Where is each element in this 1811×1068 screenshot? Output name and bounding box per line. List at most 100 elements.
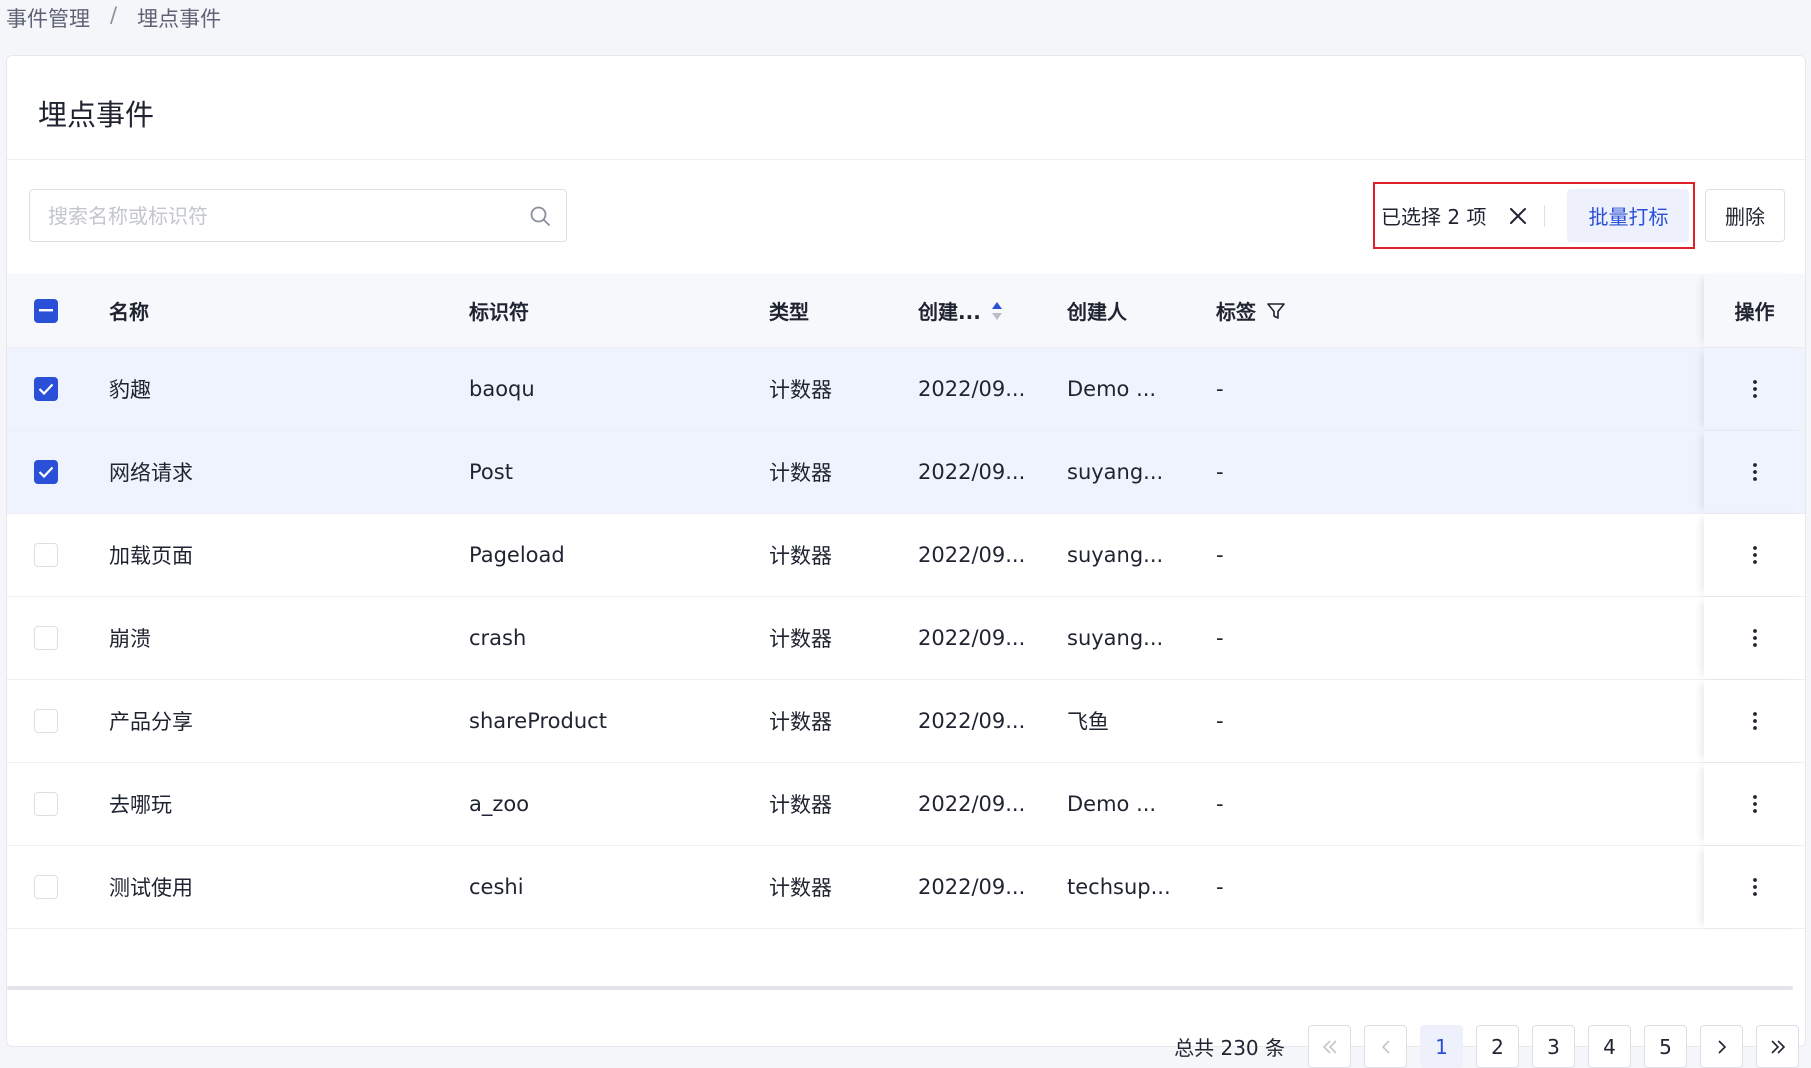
row-checkbox[interactable]: [34, 626, 58, 650]
breadcrumb: 事件管理 / 埋点事件: [6, 3, 221, 33]
cell-creator: techsup...: [1067, 875, 1171, 899]
column-header-type: 类型: [769, 300, 809, 324]
cell-identifier: Post: [469, 460, 513, 484]
cell-created-time: 2022/09...: [918, 875, 1026, 899]
cell-type: 计数器: [769, 793, 832, 817]
more-vertical-icon[interactable]: [1752, 794, 1758, 814]
column-header-created-time[interactable]: 创建...: [918, 274, 1003, 347]
cell-created-time: 2022/09...: [918, 377, 1026, 401]
cell-name: 测试使用: [109, 876, 193, 900]
page-list: 12345: [1420, 1025, 1687, 1068]
toolbar-divider: [1544, 204, 1546, 227]
cell-identifier: baoqu: [469, 377, 535, 401]
more-vertical-icon[interactable]: [1752, 462, 1758, 482]
cell-tags: -: [1216, 875, 1224, 899]
cell-identifier: ceshi: [469, 875, 524, 899]
row-checkbox[interactable]: [34, 792, 58, 816]
selection-count: 已选择 2 项: [1381, 205, 1487, 229]
cell-type: 计数器: [769, 544, 832, 568]
table-row[interactable]: 去哪玩 a_zoo 计数器 2022/09... Demo ... -: [7, 763, 1805, 846]
cell-name: 网络请求: [109, 461, 193, 485]
double-chevron-right-icon[interactable]: [1756, 1025, 1799, 1068]
table-row[interactable]: 测试使用 ceshi 计数器 2022/09... techsup... -: [7, 846, 1805, 929]
page-button[interactable]: 3: [1532, 1025, 1575, 1068]
cell-creator: Demo ...: [1067, 377, 1157, 401]
cell-type: 计数器: [769, 378, 832, 402]
cell-type: 计数器: [769, 627, 832, 651]
cell-tags: -: [1216, 709, 1224, 733]
more-vertical-icon[interactable]: [1752, 711, 1758, 731]
batch-tag-button[interactable]: 批量打标: [1567, 189, 1690, 242]
cell-tags: -: [1216, 626, 1224, 650]
cell-created-time: 2022/09...: [918, 626, 1026, 650]
search-input[interactable]: [30, 190, 514, 241]
sort-icon[interactable]: [991, 300, 1003, 322]
cell-name: 产品分享: [109, 710, 193, 734]
cell-created-time: 2022/09...: [918, 792, 1026, 816]
more-vertical-icon[interactable]: [1752, 877, 1758, 897]
cell-created-time: 2022/09...: [918, 709, 1026, 733]
pagination-total: 总共 230 条: [1174, 1036, 1285, 1060]
cell-type: 计数器: [769, 461, 832, 485]
row-checkbox[interactable]: [34, 875, 58, 899]
breadcrumb-separator: /: [110, 3, 118, 27]
row-checkbox[interactable]: [34, 377, 58, 401]
more-vertical-icon[interactable]: [1752, 628, 1758, 648]
breadcrumb-parent[interactable]: 事件管理: [6, 3, 90, 33]
table-row[interactable]: 豹趣 baoqu 计数器 2022/09... Demo ... -: [7, 348, 1805, 431]
title-divider: [7, 159, 1805, 160]
column-header-creator: 创建人: [1067, 300, 1127, 324]
search-box: [29, 189, 567, 242]
table-row[interactable]: 崩溃 crash 计数器 2022/09... suyang... -: [7, 597, 1805, 680]
search-icon[interactable]: [514, 205, 566, 227]
page-button[interactable]: 1: [1420, 1025, 1463, 1068]
content-card: 埋点事件 已选择 2 项 批量打标 删除 名称 标识符 类型 创建...: [6, 55, 1806, 1068]
more-vertical-icon[interactable]: [1752, 545, 1758, 565]
page-button[interactable]: 4: [1588, 1025, 1631, 1068]
more-vertical-icon[interactable]: [1752, 379, 1758, 399]
delete-button[interactable]: 删除: [1705, 189, 1785, 242]
select-all-checkbox[interactable]: [34, 298, 58, 323]
cell-type: 计数器: [769, 876, 832, 900]
row-checkbox[interactable]: [34, 460, 58, 484]
horizontal-scrollbar[interactable]: [7, 986, 1793, 990]
cell-tags: -: [1216, 792, 1224, 816]
events-table: 名称 标识符 类型 创建... 创建人 标签 操作 豹趣 baoqu 计数器 2022…: [7, 274, 1805, 929]
filter-icon[interactable]: [1266, 301, 1286, 321]
selection-toolbar: 已选择 2 项 批量打标: [1373, 182, 1695, 249]
row-checkbox[interactable]: [34, 543, 58, 567]
column-header-created-time-label: 创建...: [918, 300, 981, 324]
cell-creator: suyang...: [1067, 543, 1164, 567]
page-button[interactable]: 5: [1644, 1025, 1687, 1068]
double-chevron-left-icon[interactable]: [1308, 1025, 1351, 1068]
cell-name: 去哪玩: [109, 793, 172, 817]
cell-creator: Demo ...: [1067, 792, 1157, 816]
column-header-tags: 标签: [1216, 274, 1286, 347]
table-row[interactable]: 网络请求 Post 计数器 2022/09... suyang... -: [7, 431, 1805, 514]
cell-identifier: shareProduct: [469, 709, 607, 733]
table-header: 名称 标识符 类型 创建... 创建人 标签 操作: [7, 274, 1805, 348]
cell-type: 计数器: [769, 710, 832, 734]
cell-identifier: a_zoo: [469, 792, 530, 816]
cell-creator: suyang...: [1067, 460, 1164, 484]
cell-tags: -: [1216, 377, 1224, 401]
cell-created-time: 2022/09...: [918, 460, 1026, 484]
cell-created-time: 2022/09...: [918, 543, 1026, 567]
close-icon[interactable]: [1506, 204, 1530, 228]
cell-name: 崩溃: [109, 627, 151, 651]
table-row[interactable]: 加载页面 Pageload 计数器 2022/09... suyang... -: [7, 514, 1805, 597]
chevron-right-icon[interactable]: [1700, 1025, 1743, 1068]
chevron-left-icon[interactable]: [1364, 1025, 1407, 1068]
cell-name: 豹趣: [109, 378, 151, 402]
column-header-identifier: 标识符: [469, 300, 529, 324]
column-header-tags-label: 标签: [1216, 300, 1256, 324]
cell-tags: -: [1216, 460, 1224, 484]
cell-identifier: Pageload: [469, 543, 565, 567]
breadcrumb-current: 埋点事件: [137, 7, 222, 31]
table-row[interactable]: 产品分享 shareProduct 计数器 2022/09... 飞鱼 -: [7, 680, 1805, 763]
column-header-actions: 操作: [1704, 274, 1805, 347]
page-button[interactable]: 2: [1476, 1025, 1519, 1068]
cell-name: 加载页面: [109, 544, 193, 568]
column-header-name: 名称: [109, 300, 149, 324]
row-checkbox[interactable]: [34, 709, 58, 733]
